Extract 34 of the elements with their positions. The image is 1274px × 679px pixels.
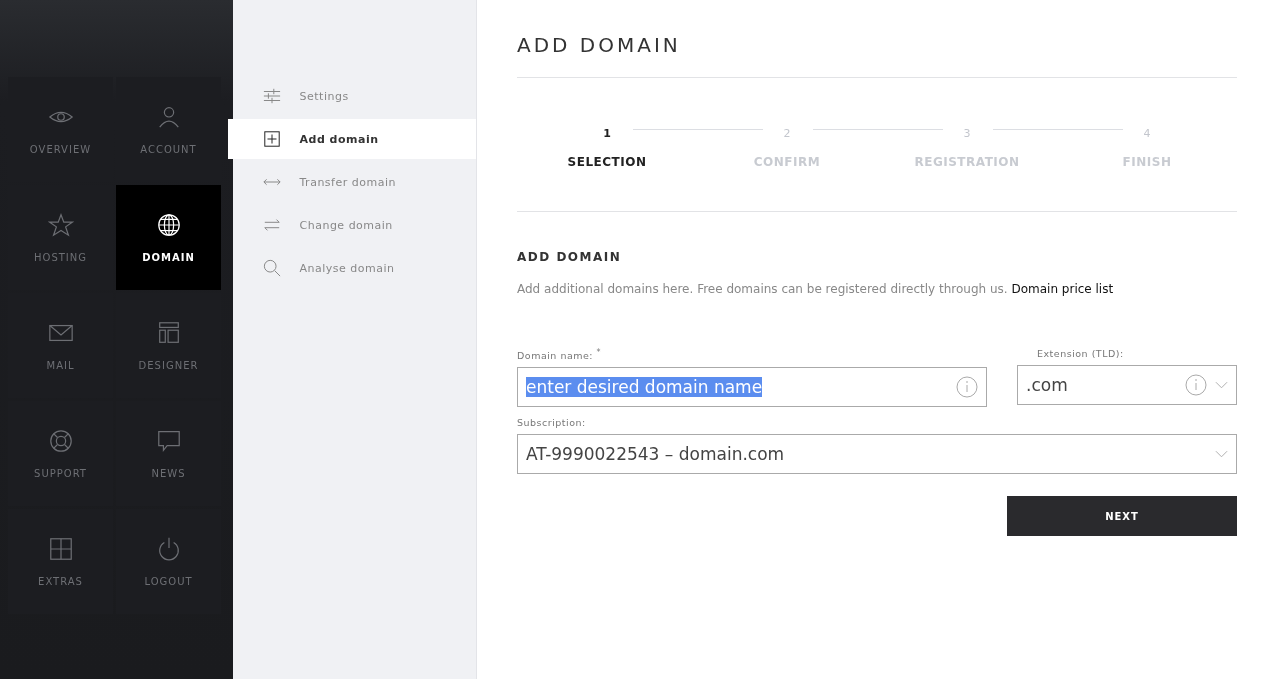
submenu-item[interactable]: Settings <box>227 76 476 116</box>
chevron-down-icon <box>1215 450 1228 459</box>
subscription-dropdown[interactable]: AT-9990022543 – domain.com <box>517 434 1237 475</box>
extension-dropdown[interactable]: .com <box>1017 365 1237 405</box>
step-label: SELECTION <box>567 155 647 169</box>
star-icon <box>47 212 74 238</box>
field-label: Domain name: $^{*}$ <box>517 348 603 362</box>
step-number: 1 <box>603 127 611 140</box>
domain-name-field[interactable]: enter desired domain name <box>517 367 987 408</box>
field-label: Extension (TLD): <box>1036 348 1125 359</box>
search-icon <box>262 259 281 277</box>
field-label: Subscription: <box>517 417 587 429</box>
submenu-item[interactable]: Transfer domain <box>227 162 476 202</box>
chevron-down-icon <box>1215 381 1228 389</box>
section-title: ADD DOMAIN <box>517 250 623 264</box>
step-number: 3 <box>963 127 971 140</box>
nav-tile[interactable]: DOMAIN <box>116 185 221 290</box>
globe-icon <box>155 212 182 238</box>
lifebuoy-icon <box>47 428 74 454</box>
price-list-link[interactable]: Domain price list <box>1011 282 1114 296</box>
step-number: 4 <box>1143 127 1151 140</box>
info-icon <box>1185 374 1207 396</box>
plusbox-icon <box>47 536 74 562</box>
speech-icon <box>155 428 182 454</box>
step-number: 2 <box>783 127 791 140</box>
info-icon <box>956 376 978 399</box>
next-button[interactable]: NEXT <box>1007 496 1237 537</box>
sliders-icon <box>262 87 281 105</box>
submenu-item[interactable]: Add domain <box>227 119 476 159</box>
description-text: Add additional domains here. Free domains can be registered directly through us. <box>517 282 1008 296</box>
page-title: ADD DOMAIN <box>517 0 1237 78</box>
submenu-item[interactable]: Analyse domain <box>227 248 476 288</box>
plus-box-icon <box>262 130 281 148</box>
submenu-item[interactable]: Change domain <box>227 205 476 245</box>
